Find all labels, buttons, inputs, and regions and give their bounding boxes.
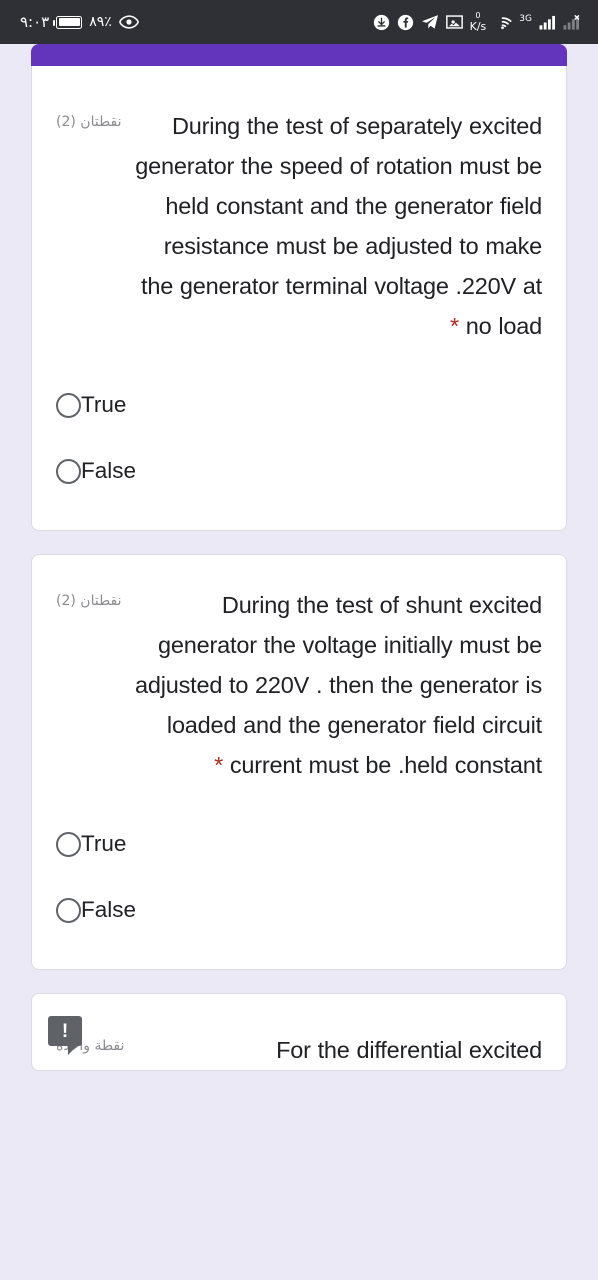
download-circle-icon	[373, 14, 390, 31]
question-header: During the test of separately excited ge…	[56, 106, 542, 346]
status-bar-right: 0 K/s 3G	[373, 12, 580, 32]
question-card: ! For the differential excited نقطة واحد…	[31, 993, 567, 1071]
option-row-false[interactable]: False	[56, 877, 542, 943]
question-text: For the differential excited	[134, 1030, 542, 1070]
option-row-false[interactable]: False	[56, 438, 542, 504]
photo-icon	[445, 14, 463, 30]
question-header: ! For the differential excited نقطة واحد…	[48, 1016, 542, 1070]
network-type-label: 3G	[519, 14, 532, 24]
option-row-true[interactable]: True	[56, 372, 542, 438]
network-speed-unit: K/s	[469, 20, 487, 33]
option-label-false: False	[81, 458, 137, 483]
question-text: During the test of separately excited ge…	[132, 106, 542, 346]
option-label-false: False	[81, 897, 137, 922]
radio-button-true[interactable]	[56, 392, 81, 418]
cellular-signal-icon	[539, 15, 556, 30]
status-bar: ٩:٠٣ ٨٩٪ 0 K/s 3G	[0, 0, 598, 44]
question-text-body: During the test of shunt excited generat…	[134, 592, 542, 778]
question-card: During the test of separately excited ge…	[31, 66, 567, 531]
battery-icon	[53, 15, 83, 29]
battery-percent-label: ٨٩٪	[89, 14, 112, 30]
question-points-label: نقطتان (2)	[56, 114, 122, 130]
status-bar-left: ٩:٠٣ ٨٩٪	[20, 13, 139, 31]
question-text-body: During the test of separately excited ge…	[135, 113, 542, 339]
radio-button-true[interactable]	[56, 831, 81, 857]
telegram-icon	[421, 14, 439, 30]
radio-button-false[interactable]	[56, 458, 81, 484]
question-header: During the test of shunt excited generat…	[56, 585, 542, 785]
cellular-signal-off-icon	[563, 14, 580, 30]
form-scroll-area[interactable]: During the test of separately excited ge…	[0, 44, 598, 1280]
question-text: During the test of shunt excited generat…	[132, 585, 542, 785]
answer-options: True False	[56, 372, 542, 504]
form-header-accent-bar	[31, 44, 567, 66]
status-clock: ٩:٠٣	[20, 13, 50, 31]
warning-tooltip-label: !	[61, 1020, 69, 1042]
option-label-true: True	[81, 392, 127, 417]
wifi-icon	[493, 15, 512, 30]
answer-options: True False	[56, 811, 542, 943]
network-speed-indicator: 0 K/s	[469, 11, 487, 33]
question-text-body: For the differential excited	[276, 1037, 542, 1063]
question-card: During the test of shunt excited generat…	[31, 554, 567, 970]
network-speed-value: 0	[475, 11, 481, 20]
option-row-true[interactable]: True	[56, 811, 542, 877]
radio-button-false[interactable]	[56, 897, 81, 923]
required-asterisk: *	[450, 313, 459, 339]
question-points-label: نقطتان (2)	[56, 593, 122, 609]
option-label-true: True	[81, 831, 127, 856]
eye-icon	[118, 15, 139, 29]
required-asterisk: *	[214, 752, 224, 778]
warning-tooltip-icon[interactable]: !	[48, 1016, 82, 1055]
facebook-icon	[397, 14, 414, 31]
